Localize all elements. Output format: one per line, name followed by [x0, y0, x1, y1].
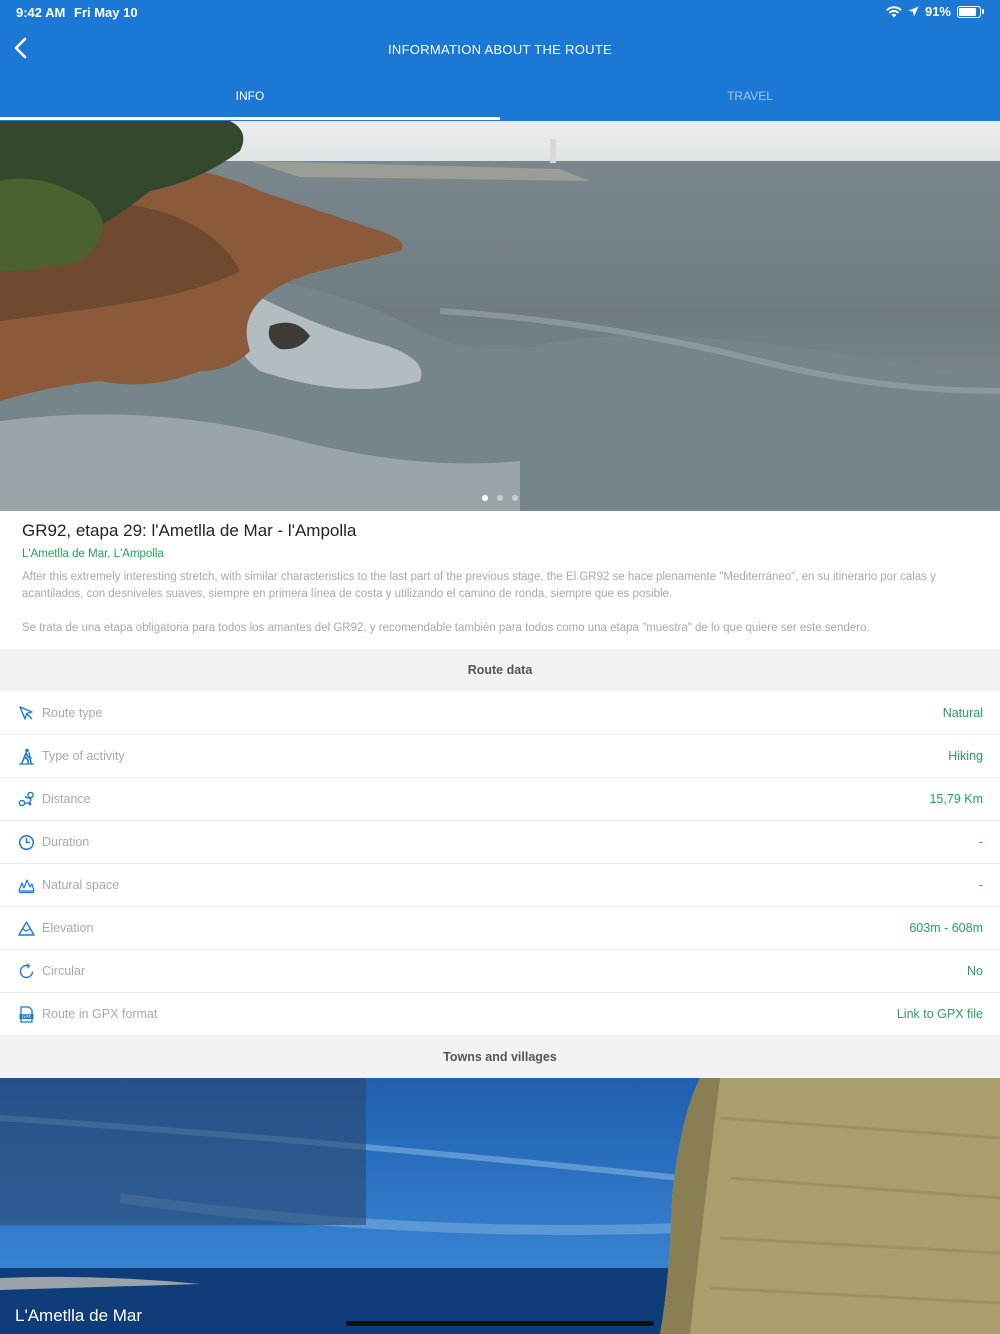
distance-label: Distance — [42, 792, 91, 806]
distance-icon — [18, 791, 34, 807]
activity-value: Hiking — [948, 749, 983, 763]
natural-space-value: - — [978, 878, 983, 892]
route-description: After this extremely interesting stretch… — [22, 569, 984, 637]
home-indicator[interactable] — [346, 1321, 654, 1326]
gpx-icon: GPX — [19, 1006, 34, 1023]
battery-percent: 91% — [924, 4, 951, 19]
activity-row: Type of activity Hiking — [0, 735, 1000, 778]
status-time: 9:42 AM — [16, 5, 66, 20]
app-header: 9:42 AM Fri May 10 91% INFORMATION ABOUT… — [0, 0, 1000, 121]
duration-row: Duration - — [0, 821, 1000, 864]
route-type-icon — [19, 706, 33, 720]
clock-icon — [18, 834, 35, 851]
duration-label: Duration — [42, 835, 90, 849]
carousel-dots — [0, 495, 1000, 501]
status-date: Fri May 10 — [74, 5, 138, 20]
duration-value: - — [978, 835, 983, 849]
route-title: GR92, etapa 29: l'Ametlla de Mar - l'Amp… — [22, 521, 357, 540]
town-photo — [0, 1078, 1000, 1334]
route-type-label: Route type — [42, 706, 103, 720]
battery-icon — [957, 5, 981, 18]
towns-heading: Towns and villages — [0, 1036, 1000, 1078]
gpx-link[interactable]: Link to GPX file — [897, 1007, 983, 1021]
tab-bar: INFO TRAVEL — [0, 78, 1000, 121]
circular-value: No — [967, 964, 983, 978]
distance-row: Distance 15,79 Km — [0, 778, 1000, 821]
elevation-icon — [18, 921, 35, 936]
status-bar: 9:42 AM Fri May 10 91% — [0, 0, 1000, 26]
carousel-dot[interactable] — [482, 495, 488, 501]
elevation-label: Elevation — [42, 921, 94, 935]
elevation-row: Elevation 603m - 608m — [0, 907, 1000, 950]
hiking-icon — [19, 748, 34, 765]
nature-icon — [18, 879, 35, 894]
route-description-p2: Se trata de una etapa obligatoria para t… — [22, 622, 870, 634]
route-places[interactable]: L'Ametlla de Mar, L'Ampolla — [22, 548, 164, 560]
carousel-dot[interactable] — [497, 495, 503, 501]
tab-info[interactable]: INFO — [0, 78, 500, 121]
carousel-dot[interactable] — [512, 495, 518, 501]
gpx-row: GPX Route in GPX format Link to GPX file — [0, 993, 1000, 1036]
circular-label: Circular — [42, 964, 86, 978]
status-indicators: 91% — [886, 4, 984, 19]
page-title: INFORMATION ABOUT THE ROUTE — [387, 42, 613, 57]
route-data-heading: Route data — [0, 649, 1000, 691]
route-description-p1: After this extremely interesting stretch… — [22, 571, 936, 600]
tab-travel[interactable]: TRAVEL — [500, 78, 1000, 121]
elevation-value: 603m - 608m — [909, 921, 983, 935]
route-type-value: Natural — [942, 706, 983, 720]
activity-label: Type of activity — [42, 749, 125, 763]
route-data-list: Route type Natural Type of activity Hiki… — [0, 692, 1000, 1036]
town-name: L'Ametlla de Mar — [15, 1306, 143, 1325]
circular-row: Circular No — [0, 950, 1000, 993]
coastal-photo — [0, 121, 1000, 511]
route-photo-carousel[interactable] — [0, 121, 1000, 511]
natural-space-label: Natural space — [42, 878, 120, 892]
route-type-row: Route type Natural — [0, 692, 1000, 735]
circular-icon — [19, 963, 34, 979]
natural-space-row: Natural space - — [0, 864, 1000, 907]
wifi-icon — [886, 5, 902, 17]
gpx-label: Route in GPX format — [42, 1007, 158, 1021]
distance-value: 15,79 Km — [929, 792, 983, 806]
svg-text:GPX: GPX — [22, 1014, 31, 1020]
location-arrow-icon — [908, 6, 919, 17]
town-card[interactable]: L'Ametlla de Mar — [0, 1078, 1000, 1334]
